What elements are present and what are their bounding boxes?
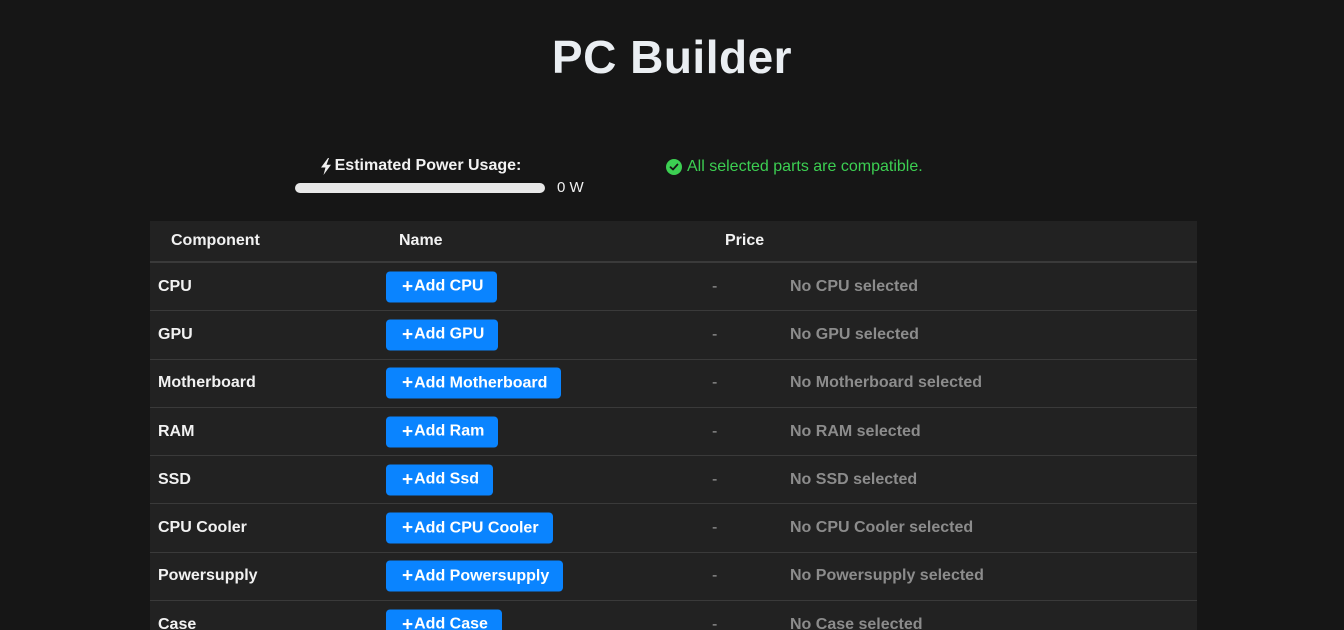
check-circle-icon — [666, 159, 682, 175]
lightning-icon — [320, 157, 331, 175]
compatibility-text: All selected parts are compatible. — [687, 158, 923, 175]
price-value: - — [712, 567, 718, 585]
compatibility-status: All selected parts are compatible. — [666, 158, 923, 176]
selection-status: No SSD selected — [790, 470, 918, 488]
selection-status: No CPU Cooler selected — [790, 519, 974, 537]
plus-icon: + — [402, 614, 414, 630]
plus-icon: + — [402, 324, 414, 346]
component-label-cpu-cooler: CPU Cooler — [158, 519, 247, 537]
table-row: Motherboard + Add Motherboard - No Motherboa… — [150, 360, 1197, 408]
add-powersupply-button[interactable]: + Add Powersupply — [386, 560, 564, 592]
table-row: Powersupply + Add Powersupply - No Powersupp… — [150, 553, 1197, 602]
plus-icon: + — [402, 565, 414, 587]
power-usage-label: Estimated Power Usage: — [334, 157, 522, 174]
header-name: Name — [399, 232, 443, 249]
power-usage-panel: Estimated Power Usage: 0 W — [295, 157, 595, 196]
power-usage-bar — [295, 182, 545, 193]
table-body: CPU + Add CPU - No CPU selected GPU + Add GPU - N… — [150, 263, 1197, 630]
plus-icon: + — [402, 469, 414, 491]
add-gpu-button[interactable]: + Add GPU — [386, 319, 499, 351]
component-label-cpu: CPU — [158, 277, 192, 295]
selection-status: No GPU selected — [790, 325, 919, 343]
add-button-label: Add Case — [414, 615, 488, 630]
plus-icon: + — [402, 421, 414, 443]
table-row: CPU Cooler + Add CPU Cooler - No CPU Cooler … — [150, 504, 1197, 553]
page: PC Builder Estimated Power Usage: 0 W Al… — [0, 0, 1344, 630]
plus-icon: + — [402, 276, 414, 298]
header-component: Component — [171, 232, 260, 249]
table-row: GPU + Add GPU - No GPU selected — [150, 311, 1197, 360]
power-usage-row: 0 W — [295, 179, 595, 196]
header-price: Price — [725, 232, 765, 249]
price-value: - — [712, 615, 718, 630]
add-button-label: Add Ram — [414, 422, 485, 440]
price-value: - — [712, 374, 718, 392]
add-button-label: Add Motherboard — [414, 374, 548, 392]
selection-status: No Case selected — [790, 615, 923, 630]
table-header: Component Name Price — [150, 221, 1197, 263]
add-ssd-button[interactable]: + Add Ssd — [386, 464, 493, 496]
add-button-label: Add Ssd — [414, 470, 479, 488]
power-usage-label-wrap: Estimated Power Usage: — [295, 157, 545, 175]
price-value: - — [712, 277, 718, 295]
table-row: SSD + Add Ssd - No SSD selected — [150, 456, 1197, 505]
selection-status: No RAM selected — [790, 422, 921, 440]
component-label-ram: RAM — [158, 422, 195, 440]
price-value: - — [712, 470, 718, 488]
add-button-label: Add CPU — [414, 277, 484, 295]
add-button-label: Add Powersupply — [414, 567, 550, 585]
add-button-label: Add GPU — [414, 325, 485, 343]
power-usage-value: 0 W — [557, 179, 584, 196]
price-value: - — [712, 519, 718, 537]
add-cpu-cooler-button[interactable]: + Add CPU Cooler — [386, 512, 553, 544]
add-cpu-button[interactable]: + Add CPU — [386, 271, 498, 303]
price-value: - — [712, 422, 718, 440]
add-motherboard-button[interactable]: + Add Motherboard — [386, 367, 562, 399]
table-row: Case + Add Case - No Case selected — [150, 601, 1197, 630]
table-row: RAM + Add Ram - No RAM selected — [150, 408, 1197, 457]
component-label-ssd: SSD — [158, 470, 191, 488]
component-label-motherboard: Motherboard — [158, 374, 256, 392]
selection-status: No Motherboard selected — [790, 374, 983, 392]
plus-icon: + — [402, 372, 414, 394]
selection-status: No CPU selected — [790, 277, 919, 295]
plus-icon: + — [402, 517, 414, 539]
components-table: Component Name Price CPU + Add CPU - No CPU … — [150, 221, 1197, 630]
add-case-button[interactable]: + Add Case — [386, 609, 502, 630]
add-button-label: Add CPU Cooler — [414, 519, 539, 537]
table-row: CPU + Add CPU - No CPU selected — [150, 263, 1197, 312]
price-value: - — [712, 325, 718, 343]
component-label-case: Case — [158, 615, 197, 630]
add-ram-button[interactable]: + Add Ram — [386, 416, 499, 448]
component-label-gpu: GPU — [158, 325, 193, 343]
component-label-powersupply: Powersupply — [158, 567, 258, 585]
page-title: PC Builder — [551, 31, 793, 83]
selection-status: No Powersupply selected — [790, 567, 984, 585]
